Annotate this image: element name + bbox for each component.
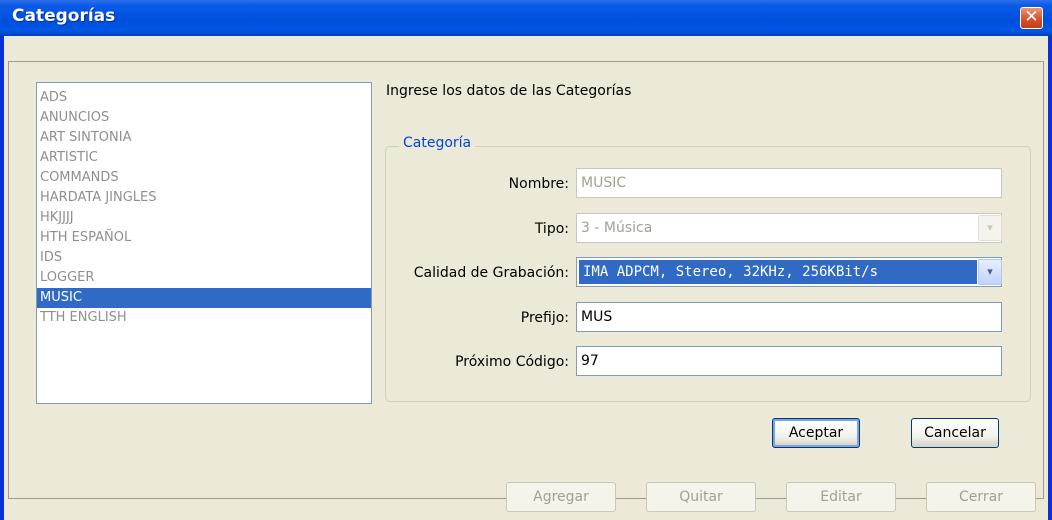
- close-icon: ✕: [1024, 7, 1039, 27]
- proximo-codigo-field[interactable]: 97: [576, 346, 1002, 376]
- list-item[interactable]: COMMANDS: [37, 168, 371, 188]
- category-list[interactable]: ADS ANUNCIOS ART SINTONIA ARTISTIC COMMA…: [36, 82, 372, 404]
- window-title: Categorías: [12, 6, 116, 26]
- tipo-label: Tipo:: [534, 221, 569, 237]
- list-item[interactable]: LOGGER: [37, 268, 371, 288]
- list-item[interactable]: ANUNCIOS: [37, 108, 371, 128]
- aceptar-button[interactable]: Aceptar: [772, 418, 860, 448]
- quitar-button[interactable]: Quitar: [646, 482, 756, 512]
- groupbox-title: Categoría: [399, 135, 476, 151]
- list-item[interactable]: IDS: [37, 248, 371, 268]
- dialog-client-area: ADS ANUNCIOS ART SINTONIA ARTISTIC COMMA…: [4, 36, 1048, 520]
- nombre-field[interactable]: MUSIC: [576, 168, 1002, 198]
- list-item[interactable]: HTH ESPAÑOL: [37, 228, 371, 248]
- prefijo-field[interactable]: MUS: [576, 302, 1002, 332]
- chevron-down-icon[interactable]: ▾: [978, 215, 1002, 241]
- title-bar[interactable]: Categorías ✕: [0, 0, 1052, 36]
- proximo-codigo-label: Próximo Código:: [455, 354, 569, 370]
- dialog-window: Categorías ✕ ADS ANUNCIOS ART SINTONIA A…: [0, 0, 1052, 520]
- editar-button[interactable]: Editar: [786, 482, 896, 512]
- form-intro-text: Ingrese los datos de las Categorías: [386, 83, 632, 99]
- list-item[interactable]: ARTISTIC: [37, 148, 371, 168]
- nombre-label: Nombre:: [508, 176, 569, 192]
- list-item[interactable]: ADS: [37, 88, 371, 108]
- chevron-down-icon[interactable]: ▾: [978, 259, 1002, 285]
- list-item[interactable]: HKJJJJ: [37, 208, 371, 228]
- agregar-button[interactable]: Agregar: [506, 482, 616, 512]
- close-button[interactable]: ✕: [1020, 7, 1043, 29]
- calidad-label: Calidad de Grabación:: [413, 265, 569, 281]
- list-item[interactable]: TTH ENGLISH: [37, 308, 371, 328]
- cerrar-button[interactable]: Cerrar: [926, 482, 1036, 512]
- cancelar-button[interactable]: Cancelar: [911, 418, 999, 448]
- list-item-selected[interactable]: MUSIC: [37, 288, 371, 308]
- prefijo-label: Prefijo:: [520, 310, 569, 326]
- list-item[interactable]: ART SINTONIA: [37, 128, 371, 148]
- list-item[interactable]: HARDATA JINGLES: [37, 188, 371, 208]
- tipo-select[interactable]: 3 - Música: [576, 213, 1002, 243]
- calidad-selected-value: IMA ADPCM, Stereo, 32KHz, 256KBit/s: [579, 260, 977, 284]
